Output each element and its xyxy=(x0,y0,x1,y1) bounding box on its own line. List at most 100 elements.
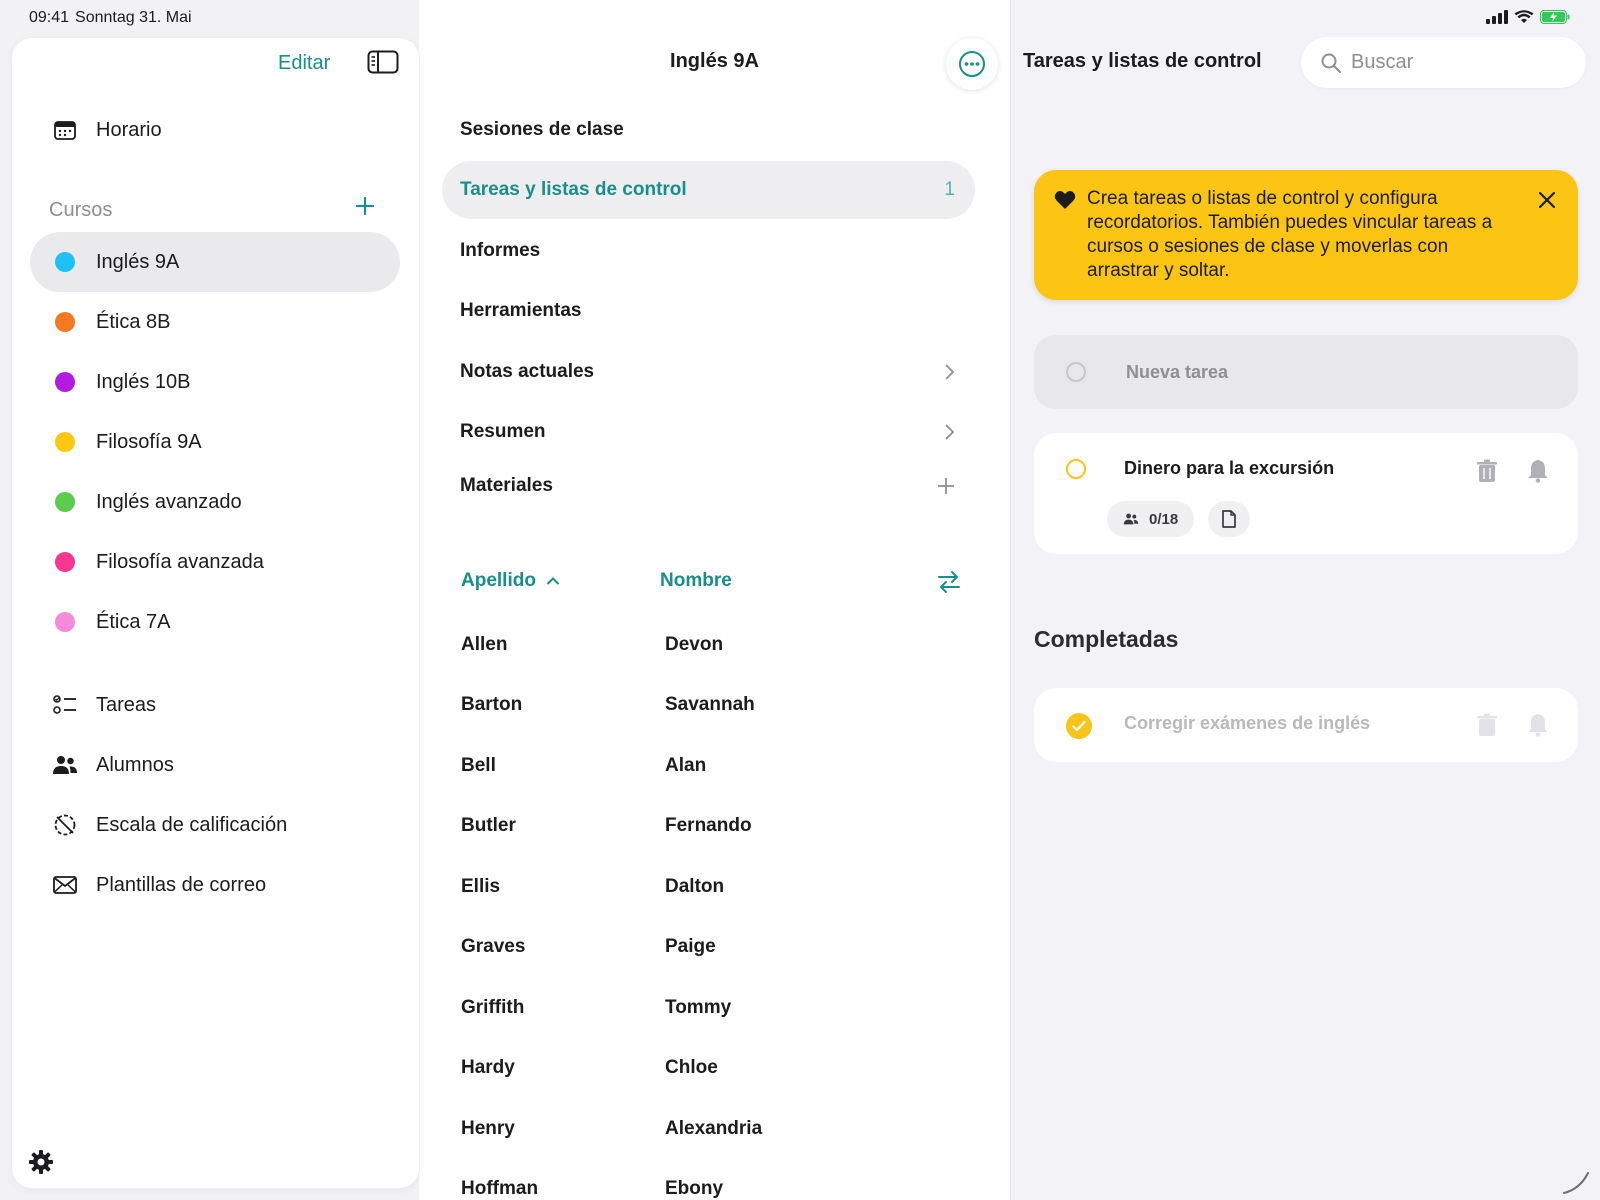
more-button[interactable] xyxy=(946,38,998,90)
sidebar-item-tasks[interactable]: Tareas xyxy=(30,675,400,735)
course-color-dot xyxy=(55,312,75,332)
menu-summary[interactable]: Resumen xyxy=(442,403,975,461)
table-row[interactable]: Hardy Chloe xyxy=(461,1057,961,1087)
course-color-dot xyxy=(55,492,75,512)
checkmark-icon[interactable] xyxy=(1066,713,1092,739)
table-row[interactable]: Graves Paige xyxy=(461,936,961,966)
sidebar: Editar Horario Cursos Inglés 9A Ética 8B… xyxy=(12,38,419,1188)
sidebar-course-ingles-10b[interactable]: Inglés 10B xyxy=(30,352,400,412)
scroll-indicator-icon xyxy=(1563,1172,1589,1194)
sidebar-item-students[interactable]: Alumnos xyxy=(30,735,400,795)
sidebar-item-label: Horario xyxy=(96,118,162,141)
add-course-icon[interactable] xyxy=(352,193,378,219)
student-first-name: Dalton xyxy=(665,876,725,897)
sort-label: Nombre xyxy=(660,570,732,591)
table-row[interactable]: Barton Savannah xyxy=(461,694,961,724)
search-input[interactable]: Buscar xyxy=(1301,37,1586,88)
new-task-field[interactable]: Nueva tarea xyxy=(1034,335,1578,409)
course-color-dot xyxy=(55,432,75,452)
sidebar-item-label: Alumnos xyxy=(96,753,174,776)
table-row[interactable]: Butler Fernando xyxy=(461,815,961,845)
task-card[interactable]: Dinero para la excursión 0/18 xyxy=(1034,433,1578,554)
heart-icon xyxy=(1054,191,1076,209)
sidebar-item-grading-scale[interactable]: Escala de calificación xyxy=(30,795,400,855)
menu-label: Notas actuales xyxy=(460,361,595,382)
course-color-dot xyxy=(55,372,75,392)
checklist-icon xyxy=(52,692,78,718)
completed-task-card[interactable]: Corregir exámenes de inglés xyxy=(1034,688,1578,762)
swap-columns-icon[interactable] xyxy=(935,568,963,596)
menu-label: Informes xyxy=(460,240,541,261)
menu-reports[interactable]: Informes xyxy=(442,222,975,280)
tasks-title: Tareas y listas de control xyxy=(1023,50,1262,72)
envelope-icon xyxy=(52,872,78,898)
sidebar-toggle-icon[interactable] xyxy=(367,50,399,74)
sort-first-name-button[interactable]: Nombre xyxy=(660,570,732,592)
search-icon xyxy=(1321,53,1341,73)
course-color-dot xyxy=(55,552,75,572)
assignees-chip[interactable]: 0/18 xyxy=(1107,501,1195,537)
sidebar-course-ingles-9a[interactable]: Inglés 9A xyxy=(30,232,400,292)
student-first-name: Ebony xyxy=(665,1178,724,1199)
tasks-panel: Tareas y listas de control Buscar Crea t… xyxy=(1010,0,1600,1200)
sort-last-name-button[interactable]: Apellido xyxy=(461,570,560,592)
course-label: Inglés 9A xyxy=(96,250,180,273)
student-last-name: Ellis xyxy=(461,876,501,897)
edit-button[interactable]: Editar xyxy=(278,52,330,75)
trash-icon[interactable] xyxy=(1476,459,1498,483)
sidebar-item-label: Tareas xyxy=(96,693,157,716)
student-first-name: Alan xyxy=(665,755,707,776)
chevron-up-icon xyxy=(546,577,560,585)
menu-tasks-checklists[interactable]: Tareas y listas de control 1 xyxy=(442,161,975,219)
progress-count: 0/18 xyxy=(1149,510,1179,528)
sidebar-item-label: Escala de calificación xyxy=(96,813,288,836)
table-row[interactable]: Hoffman Ebony xyxy=(461,1178,961,1200)
sidebar-course-etica-8b[interactable]: Ética 8B xyxy=(30,292,400,352)
task-checkbox[interactable] xyxy=(1066,459,1086,479)
student-last-name: Hoffman xyxy=(461,1178,539,1199)
calendar-icon xyxy=(52,117,78,143)
table-row[interactable]: Allen Devon xyxy=(461,634,961,664)
sidebar-item-email-templates[interactable]: Plantillas de correo xyxy=(30,855,400,915)
plus-icon[interactable] xyxy=(937,477,955,495)
menu-class-sessions[interactable]: Sesiones de clase xyxy=(442,101,975,159)
menu-materials[interactable]: Materiales xyxy=(442,457,975,515)
task-title: Corregir exámenes de inglés xyxy=(1124,713,1371,733)
sidebar-course-filosofia-9a[interactable]: Filosofía 9A xyxy=(30,412,400,472)
gear-icon[interactable] xyxy=(27,1148,55,1176)
table-row[interactable]: Bell Alan xyxy=(461,755,961,785)
table-row[interactable]: Ellis Dalton xyxy=(461,876,961,906)
date: Sonntag 31. Mai xyxy=(75,9,192,26)
student-first-name: Alexandria xyxy=(665,1118,763,1139)
clock: 09:41 xyxy=(29,9,70,26)
menu-label: Resumen xyxy=(460,421,546,442)
student-last-name: Barton xyxy=(461,694,523,715)
student-first-name: Devon xyxy=(665,634,724,655)
attachment-chip[interactable] xyxy=(1208,501,1250,537)
bell-icon[interactable] xyxy=(1527,459,1549,483)
student-last-name: Graves xyxy=(461,936,526,957)
grading-scale-icon xyxy=(52,812,78,838)
student-last-name: Hardy xyxy=(461,1057,515,1078)
people-icon xyxy=(52,752,78,778)
sidebar-item-schedule[interactable]: Horario xyxy=(30,100,400,160)
table-row[interactable]: Griffith Tommy xyxy=(461,997,961,1027)
bell-icon[interactable] xyxy=(1527,713,1549,737)
trash-icon[interactable] xyxy=(1476,713,1498,737)
table-row[interactable]: Henry Alexandria xyxy=(461,1118,961,1148)
student-first-name: Savannah xyxy=(665,694,755,715)
sidebar-course-filosofia-avanzada[interactable]: Filosofía avanzada xyxy=(30,532,400,592)
close-icon[interactable] xyxy=(1537,190,1557,210)
course-label: Inglés 10B xyxy=(96,370,191,393)
course-label: Inglés avanzado xyxy=(96,490,242,513)
menu-label: Sesiones de clase xyxy=(460,119,624,140)
sort-label: Apellido xyxy=(461,570,536,591)
menu-tools[interactable]: Herramientas xyxy=(442,282,975,340)
people-icon xyxy=(1123,513,1139,525)
sidebar-course-etica-7a[interactable]: Ética 7A xyxy=(30,592,400,652)
completed-header: Completadas xyxy=(1034,626,1179,652)
sidebar-course-ingles-avanzado[interactable]: Inglés avanzado xyxy=(30,472,400,532)
course-color-dot xyxy=(55,252,75,272)
menu-current-grades[interactable]: Notas actuales xyxy=(442,343,975,401)
menu-label: Materiales xyxy=(460,475,553,496)
